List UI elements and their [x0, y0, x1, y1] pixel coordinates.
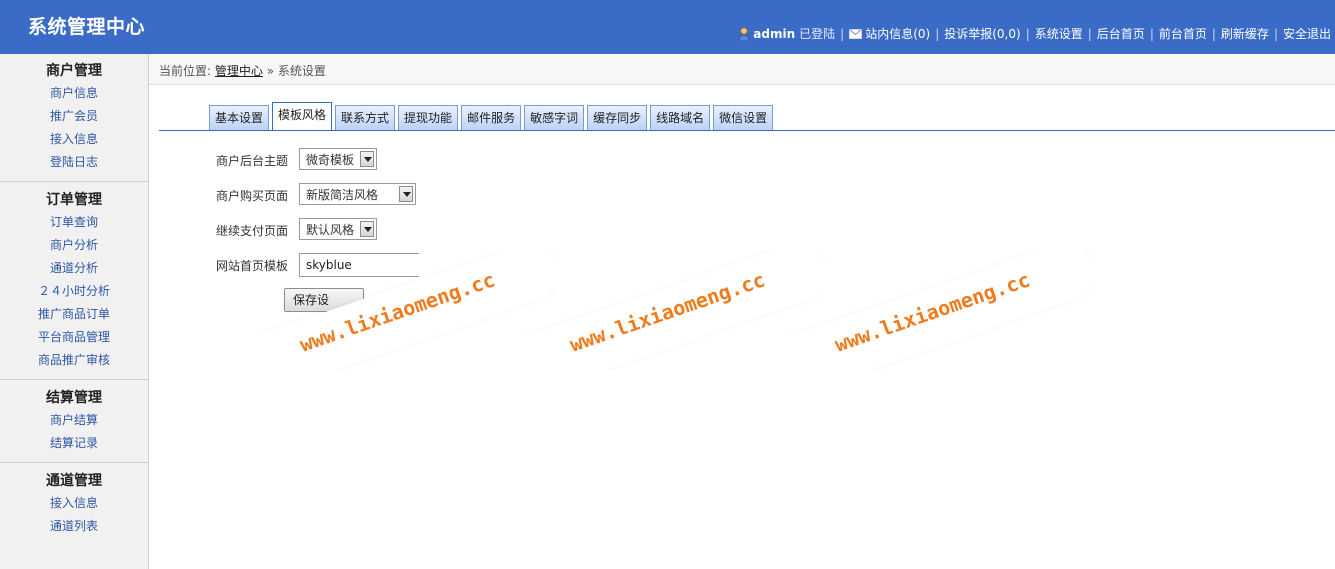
- sidebar-item-platform-goods[interactable]: 平台商品管理: [0, 326, 148, 349]
- sidebar-group-merchant: 商户管理 商户信息 推广会员 接入信息 登陆日志: [0, 54, 148, 182]
- chevron-down-icon: [360, 151, 374, 167]
- tab-withdraw[interactable]: 提现功能: [398, 105, 459, 130]
- tab-basic-settings[interactable]: 基本设置: [209, 105, 270, 130]
- sidebar-item-channel-list[interactable]: 通道列表: [0, 515, 148, 538]
- refresh-cache-link[interactable]: 刷新缓存: [1221, 25, 1269, 42]
- system-settings-link[interactable]: 系统设置: [1035, 25, 1083, 42]
- sidebar-item-channel-analysis[interactable]: 通道分析: [0, 257, 148, 280]
- sidebar-group-settlement: 结算管理 商户结算 结算记录: [0, 380, 148, 463]
- tab-sensitive-words[interactable]: 敏感字词: [524, 105, 585, 130]
- admin-home-link[interactable]: 后台首页: [1097, 25, 1145, 42]
- messages-link[interactable]: 站内信息(0): [865, 25, 930, 42]
- tab-mail-service[interactable]: 邮件服务: [461, 105, 522, 130]
- sidebar-item-access-info[interactable]: 接入信息: [0, 128, 148, 151]
- sidebar-group-title[interactable]: 商户管理: [0, 60, 148, 82]
- username[interactable]: admin: [753, 27, 795, 41]
- tab-cache-sync[interactable]: 缓存同步: [587, 105, 648, 130]
- sidebar-item-promo-members[interactable]: 推广会员: [0, 105, 148, 128]
- merchant-theme-label: 商户后台主题: [216, 154, 289, 168]
- complaints-link[interactable]: 投诉举报(0,0): [944, 25, 1020, 42]
- tab-wechat-settings[interactable]: 微信设置: [713, 105, 774, 130]
- mail-icon: [849, 28, 863, 39]
- sidebar-group-channels: 通道管理 接入信息 通道列表: [0, 463, 148, 538]
- login-status: 已登陆: [799, 27, 836, 41]
- sidebar-item-merchant-analysis[interactable]: 商户分析: [0, 234, 148, 257]
- user-icon: [738, 26, 750, 41]
- sidebar-item-channel-access[interactable]: 接入信息: [0, 492, 148, 515]
- tab-template-style[interactable]: 模板风格: [272, 102, 333, 130]
- breadcrumb-bar: 当前位置: 管理中心 » 系统设置: [149, 54, 1335, 85]
- merchant-theme-select[interactable]: 微奇模板: [299, 148, 377, 170]
- continue-pay-value: 默认风格: [306, 222, 355, 237]
- tab-underline: [159, 130, 1335, 131]
- tab-contact[interactable]: 联系方式: [335, 105, 396, 130]
- sidebar-item-promo-orders[interactable]: 推广商品订单: [0, 303, 148, 326]
- breadcrumb-current: 系统设置: [277, 64, 326, 78]
- sidebar-group-orders: 订单管理 订单查询 商户分析 通道分析 ２４小时分析 推广商品订单 平台商品管理…: [0, 182, 148, 380]
- sidebar-item-settlement-records[interactable]: 结算记录: [0, 432, 148, 455]
- watermark-overlay: www.lixiaomeng.cc: [790, 250, 1090, 370]
- sidebar-group-title[interactable]: 通道管理: [0, 470, 148, 492]
- chevron-down-icon: [399, 186, 413, 202]
- top-navigation: admin 已登陆 | 站内信息(0) | 投诉举报(0,0) | 系统设置 |…: [738, 25, 1331, 42]
- merchant-theme-value: 微奇模板: [306, 152, 355, 167]
- sidebar-group-title[interactable]: 结算管理: [0, 387, 148, 409]
- breadcrumb-separator: »: [266, 64, 275, 78]
- tab-line-domain[interactable]: 线路域名: [650, 105, 711, 130]
- continue-pay-label: 继续支付页面: [216, 224, 289, 238]
- watermark-overlay: www.lixiaomeng.cc: [525, 250, 825, 370]
- breadcrumb: 当前位置: 管理中心 » 系统设置: [159, 62, 326, 79]
- breadcrumb-home-link[interactable]: 管理中心: [215, 64, 263, 78]
- sidebar-item-order-query[interactable]: 订单查询: [0, 211, 148, 234]
- sidebar-group-title[interactable]: 订单管理: [0, 189, 148, 211]
- sidebar-item-24h-analysis[interactable]: ２４小时分析: [0, 280, 148, 303]
- front-home-link[interactable]: 前台首页: [1159, 25, 1207, 42]
- settings-tabs: 基本设置 模板风格 联系方式 提现功能 邮件服务 敏感字词 缓存同步 线路域名 …: [209, 102, 776, 130]
- buy-page-value: 新版简洁风格: [306, 187, 379, 202]
- sidebar-item-goods-review[interactable]: 商品推广审核: [0, 349, 148, 372]
- top-header: 系统管理中心 admin 已登陆 | 站内信息(0) | 投诉举报(0,0) |…: [0, 0, 1335, 54]
- continue-pay-select[interactable]: 默认风格: [299, 218, 377, 240]
- buy-page-select[interactable]: 新版简洁风格: [299, 183, 416, 205]
- breadcrumb-prefix: 当前位置:: [159, 64, 212, 78]
- sidebar-item-merchant-info[interactable]: 商户信息: [0, 82, 148, 105]
- logout-link[interactable]: 安全退出: [1283, 25, 1331, 42]
- watermark-overlay: www.lixiaomeng.cc: [255, 250, 555, 370]
- app-title: 系统管理中心: [28, 16, 146, 38]
- sidebar-item-login-log[interactable]: 登陆日志: [0, 151, 148, 174]
- buy-page-label: 商户购买页面: [216, 189, 289, 203]
- sidebar: 商户管理 商户信息 推广会员 接入信息 登陆日志 订单管理 订单查询 商户分析 …: [0, 54, 149, 569]
- sidebar-item-merchant-settlement[interactable]: 商户结算: [0, 409, 148, 432]
- chevron-down-icon: [360, 221, 374, 237]
